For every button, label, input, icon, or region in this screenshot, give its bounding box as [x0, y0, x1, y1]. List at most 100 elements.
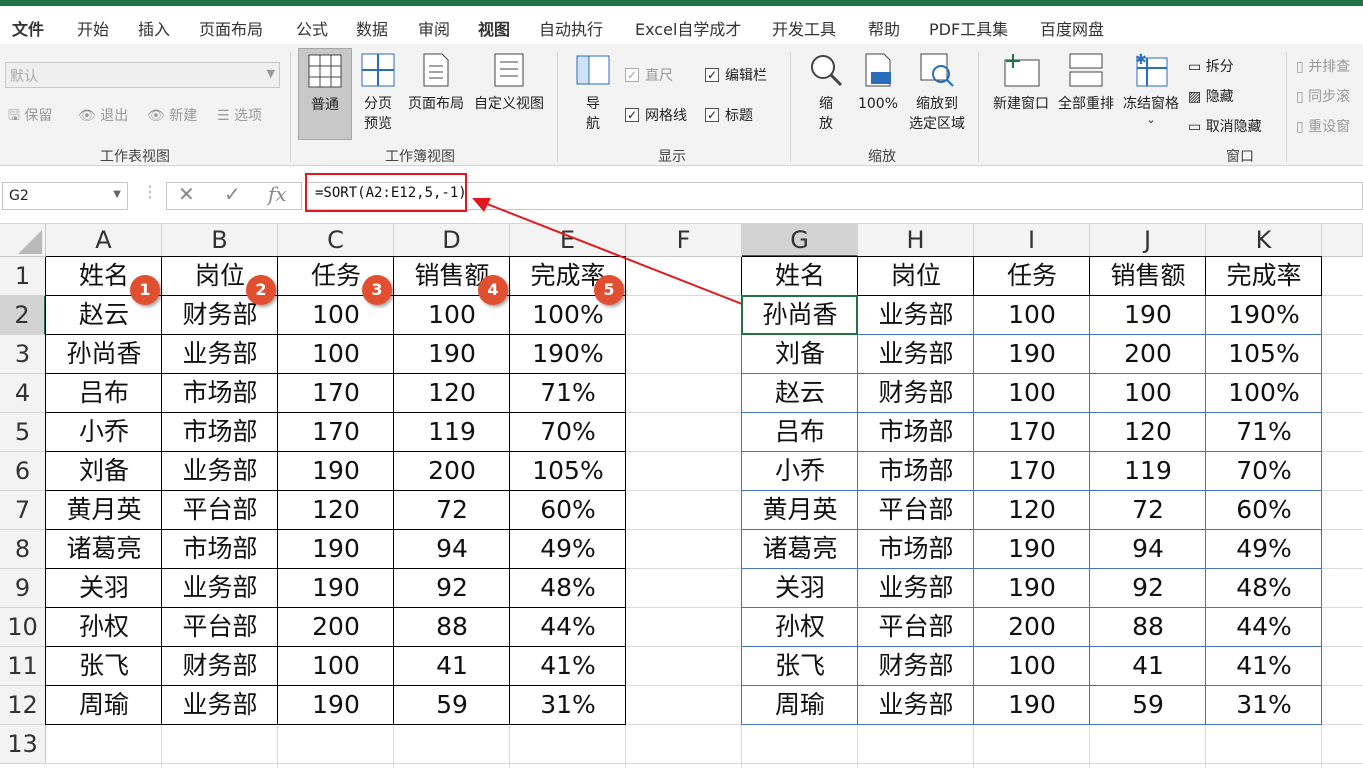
table-cell[interactable]: 市场部 — [858, 413, 974, 452]
worksheet-grid[interactable]: A B C D E F G H I J K 1 2 3 4 5 6 7 8 9 10 11 12 13 姓名 岗位 任务 销售额 完成率… — [0, 224, 1363, 768]
table-cell[interactable]: 49% — [1206, 530, 1322, 569]
table-cell[interactable]: 周瑜 — [742, 686, 858, 725]
page-layout-button[interactable]: 页面布局 — [404, 48, 468, 114]
table-cell[interactable]: 张飞 — [742, 647, 858, 686]
header-cell[interactable]: 完成率 — [1206, 257, 1322, 296]
table-cell[interactable]: 刘备 — [46, 452, 162, 491]
tab-9[interactable]: Excel自学成才 — [635, 16, 741, 40]
table-cell[interactable]: 市场部 — [162, 413, 278, 452]
tab-4[interactable]: 公式 — [296, 16, 328, 40]
tab-6[interactable]: 审阅 — [418, 16, 450, 40]
table-cell[interactable]: 170 — [278, 374, 394, 413]
table-cell[interactable]: 市场部 — [162, 530, 278, 569]
table-cell[interactable]: 业务部 — [162, 452, 278, 491]
table-cell[interactable]: 190 — [974, 335, 1090, 374]
table-cell[interactable]: 孙尚香 — [46, 335, 162, 374]
new-window-button[interactable]: 新建窗口 — [988, 48, 1054, 114]
zoom-100-button[interactable]: 100% — [854, 48, 902, 114]
table-cell[interactable]: 94 — [1090, 530, 1206, 569]
table-cell[interactable]: 92 — [394, 569, 510, 608]
table-cell[interactable]: 100 — [278, 335, 394, 374]
table-cell[interactable]: 关羽 — [742, 569, 858, 608]
table-cell[interactable]: 财务部 — [162, 647, 278, 686]
table-cell[interactable]: 市场部 — [858, 452, 974, 491]
header-cell[interactable]: 姓名 — [742, 257, 858, 296]
table-cell[interactable]: 孙权 — [46, 608, 162, 647]
tab-11[interactable]: 帮助 — [868, 16, 900, 40]
table-cell[interactable]: 100% — [1206, 374, 1322, 413]
table-cell[interactable]: 190 — [278, 686, 394, 725]
tab-0[interactable]: 文件 — [12, 16, 44, 40]
table-cell[interactable]: 业务部 — [858, 296, 974, 335]
name-box[interactable]: G2 ▼ — [2, 182, 128, 210]
table-cell[interactable]: 88 — [1090, 608, 1206, 647]
table-cell[interactable]: 刘备 — [742, 335, 858, 374]
table-cell[interactable]: 60% — [510, 491, 626, 530]
new-button[interactable]: 👁 新建 — [147, 105, 197, 125]
table-cell[interactable]: 60% — [1206, 491, 1322, 530]
tab-7[interactable]: 视图 — [478, 16, 511, 48]
table-cell[interactable]: 业务部 — [858, 335, 974, 374]
table-cell[interactable]: 财务部 — [858, 647, 974, 686]
sync-scroll-button[interactable]: ▯ 同步滚 — [1296, 86, 1350, 106]
table-cell[interactable]: 70% — [510, 413, 626, 452]
table-cell[interactable]: 41 — [1090, 647, 1206, 686]
header-cell[interactable]: 任务 — [974, 257, 1090, 296]
table-cell[interactable]: 190 — [974, 569, 1090, 608]
table-cell[interactable]: 黄月英 — [742, 491, 858, 530]
header-cell[interactable]: 岗位 — [858, 257, 974, 296]
table-cell[interactable]: 41% — [1206, 647, 1322, 686]
table-cell[interactable]: 100 — [974, 296, 1090, 335]
table-cell[interactable]: 100 — [1090, 374, 1206, 413]
tab-5[interactable]: 数据 — [356, 16, 388, 40]
table-cell[interactable]: 200 — [974, 608, 1090, 647]
table-cell[interactable]: 44% — [1206, 608, 1322, 647]
table-cell[interactable]: 100 — [974, 374, 1090, 413]
freeze-panes-button[interactable]: ✱ 冻结窗格 ⌄ — [1118, 48, 1184, 126]
table-cell[interactable]: 120 — [974, 491, 1090, 530]
reset-window-position-button[interactable]: ▯ 重设窗 — [1296, 116, 1350, 136]
keep-button[interactable]: 🖫 保留 — [8, 105, 52, 129]
formula-bar-checkbox[interactable]: ✓ — [705, 68, 719, 82]
table-cell[interactable]: 190% — [510, 335, 626, 374]
table-cell[interactable]: 120 — [394, 374, 510, 413]
table-cell[interactable]: 200 — [278, 608, 394, 647]
normal-view-button[interactable]: 普通 — [298, 48, 352, 140]
custom-views-button[interactable]: 自定义视图 — [470, 48, 548, 114]
table-cell[interactable]: 170 — [974, 452, 1090, 491]
table-cell[interactable]: 41% — [510, 647, 626, 686]
table-cell[interactable]: 200 — [394, 452, 510, 491]
table-cell[interactable]: 72 — [1090, 491, 1206, 530]
table-cell[interactable]: 190 — [974, 686, 1090, 725]
table-cell[interactable]: 业务部 — [858, 569, 974, 608]
page-break-preview-button[interactable]: 分页 预览 — [356, 48, 400, 134]
table-cell[interactable]: 48% — [1206, 569, 1322, 608]
tab-3[interactable]: 页面布局 — [199, 16, 263, 40]
exit-button[interactable]: 👁 退出 — [78, 105, 128, 125]
hide-button[interactable]: ▨ 隐藏 — [1188, 86, 1234, 106]
table-cell[interactable]: 市场部 — [162, 374, 278, 413]
table-cell[interactable]: 市场部 — [858, 530, 974, 569]
table-cell[interactable]: 119 — [394, 413, 510, 452]
split-button[interactable]: ▭ 拆分 — [1188, 56, 1234, 76]
tab-13[interactable]: 百度网盘 — [1040, 16, 1104, 40]
zoom-to-selection-button[interactable]: 缩放到 选定区域 — [904, 48, 970, 134]
active-cell[interactable] — [741, 295, 858, 335]
table-cell[interactable]: 吕布 — [742, 413, 858, 452]
table-cell[interactable]: 100 — [278, 647, 394, 686]
table-cell[interactable]: 120 — [278, 491, 394, 530]
table-cell[interactable]: 120 — [1090, 413, 1206, 452]
table-cell[interactable]: 71% — [1206, 413, 1322, 452]
table-cell[interactable]: 孙权 — [742, 608, 858, 647]
ruler-checkbox[interactable]: ✓ — [625, 68, 639, 82]
table-cell[interactable]: 72 — [394, 491, 510, 530]
table-cell[interactable]: 190 — [394, 335, 510, 374]
unhide-button[interactable]: ▭ 取消隐藏 — [1188, 116, 1262, 136]
table-cell[interactable]: 诸葛亮 — [46, 530, 162, 569]
navigation-button[interactable]: 导 航 — [572, 48, 614, 134]
arrange-all-button[interactable]: 全部重排 — [1054, 48, 1118, 114]
table-cell[interactable]: 平台部 — [162, 491, 278, 530]
formula-input[interactable]: =SORT(A2:E12,5,-1) — [305, 173, 467, 212]
table-cell[interactable]: 黄月英 — [46, 491, 162, 530]
table-cell[interactable]: 94 — [394, 530, 510, 569]
